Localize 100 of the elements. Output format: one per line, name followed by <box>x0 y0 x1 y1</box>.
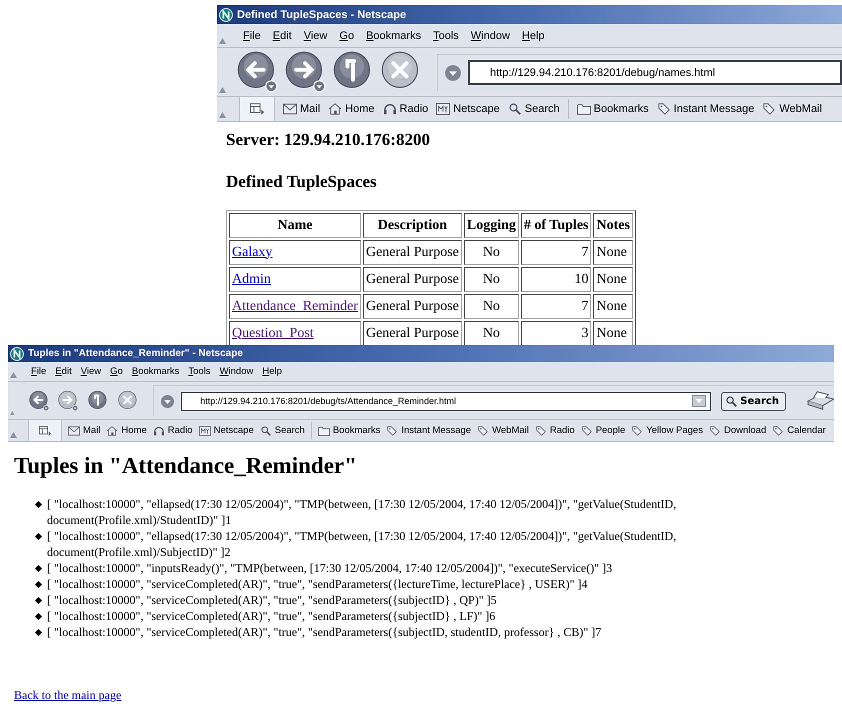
sidebar-icon <box>250 103 264 115</box>
menu-item[interactable]: Go <box>339 30 354 42</box>
menu-item[interactable]: View <box>304 30 328 42</box>
grip-icon[interactable] <box>10 432 17 438</box>
address-field[interactable]: http://129.94.210.176:8201/debug/names.html <box>468 60 842 85</box>
bookmark-tag-icon <box>477 426 490 436</box>
nav-button[interactable] <box>283 50 327 94</box>
column-header: # of Tuples <box>520 213 592 238</box>
tuple-text: [ "localhost:10000", "ellapsed(17:30 12/05/2004)", "TMP(between, [17:30 12/05/2004, 17:40 12/05/2004])", "getValue(StudentID, document(Profile.xml)/SubjectID)" ]2 <box>47 528 678 560</box>
bullet-icon <box>34 612 42 620</box>
toolbar-link[interactable]: WebMail <box>762 103 822 115</box>
menu-item[interactable]: Help <box>522 30 545 42</box>
menu-item[interactable]: Help <box>262 366 282 377</box>
grip-icon[interactable] <box>219 112 226 118</box>
tuplespace-link[interactable]: Question_Post <box>232 326 314 340</box>
column-header: Notes <box>593 213 633 238</box>
forward-arrow-icon <box>283 50 327 94</box>
table-cell: None <box>593 294 633 319</box>
toolbar-link[interactable]: Home <box>328 103 375 115</box>
menu-item[interactable]: Bookmarks <box>366 30 422 42</box>
column-header: Logging <box>464 213 519 238</box>
tuple-text: [ "localhost:10000", "serviceCompleted(AR)", "true", "sendParameters({subjectID} , QP)" ]5 <box>47 592 497 608</box>
menu-item[interactable]: Edit <box>272 30 292 42</box>
search-icon <box>726 396 738 406</box>
square-icon <box>436 103 450 115</box>
toolbar-link[interactable]: Search <box>260 425 305 436</box>
nav-button[interactable] <box>235 50 279 94</box>
toolbar-link[interactable]: WebMail <box>477 425 529 436</box>
window-title: Tuples in "Attendance_Reminder" - Netscape <box>28 348 243 359</box>
toolbar-link[interactable]: Yellow Pages <box>631 425 703 436</box>
table-cell: General Purpose <box>362 294 462 319</box>
table-cell: No <box>464 294 519 319</box>
sidebar-tab[interactable] <box>239 97 275 121</box>
menu-item[interactable]: File <box>243 30 261 42</box>
address-field[interactable]: http://129.94.210.176:8201/debug/ts/Attendance_Reminder.html <box>181 392 712 410</box>
menu-item[interactable]: Window <box>220 366 254 377</box>
bullet-icon <box>34 564 42 572</box>
menu-item[interactable]: Window <box>470 30 510 42</box>
toolbar-link[interactable]: Mail <box>283 103 320 115</box>
toolbar-link[interactable]: Calendar <box>772 425 826 436</box>
menu-item[interactable]: Bookmarks <box>132 366 180 377</box>
menu-item[interactable]: View <box>80 366 102 377</box>
bookmark-tag-icon <box>386 426 398 436</box>
grip-icon[interactable] <box>219 87 226 93</box>
envelope-icon <box>68 426 80 436</box>
toolbar-link[interactable]: Netscape <box>198 425 254 436</box>
house-icon <box>106 426 118 436</box>
folder-icon <box>318 426 330 436</box>
toolbar-link[interactable]: Home <box>106 425 147 436</box>
menu-item[interactable]: Tools <box>188 366 211 377</box>
tuplespace-link[interactable]: Attendance_Reminder <box>232 298 358 314</box>
menu-item[interactable]: Tools <box>433 30 459 42</box>
toolbar-link[interactable]: Radio <box>152 425 193 436</box>
headphones-icon <box>382 103 397 115</box>
tuplespace-link[interactable]: Galaxy <box>232 244 272 260</box>
toolbar-link[interactable]: Bookmarks <box>318 425 380 436</box>
toolbar-link[interactable]: Instant Message <box>386 425 472 436</box>
tuple-text: [ "localhost:10000", "ellapsed(17:30 12/05/2004)", "TMP(between, [17:30 12/05/2004, 17:40 12/05/2004])", "getValue(StudentID, document(Profile.xml)/StudentID)" ]1 <box>47 496 678 528</box>
search-icon <box>508 103 522 115</box>
page-heading: Tuples in "Attendance_Reminder" <box>14 453 358 479</box>
toolbar-link[interactable]: Download <box>708 425 766 436</box>
toolbar-link[interactable]: Instant Message <box>656 103 754 115</box>
section-heading: Defined TupleSpaces <box>226 172 378 192</box>
column-header: Description <box>362 213 462 238</box>
grip-icon[interactable] <box>219 38 226 44</box>
sidebar-tab[interactable] <box>28 420 62 441</box>
menu-item[interactable]: File <box>31 366 46 377</box>
menu-item[interactable]: Edit <box>55 366 72 377</box>
printer-icon[interactable] <box>806 390 834 412</box>
table-cell: General Purpose <box>362 267 462 292</box>
toolbar-link[interactable]: Netscape <box>436 103 500 115</box>
toolbar-link[interactable]: Bookmarks <box>576 103 649 115</box>
toolbar-link[interactable]: Search <box>508 103 560 115</box>
bookmark-tag-icon <box>656 103 671 115</box>
bullet-icon <box>34 628 42 636</box>
grip-icon[interactable] <box>10 372 17 378</box>
server-heading: Server: 129.94.210.176:8200 <box>226 130 431 150</box>
menu-item[interactable]: Go <box>110 366 123 377</box>
table-cell: None <box>593 267 633 292</box>
app-logo-icon <box>10 346 24 360</box>
toolbar-link[interactable]: Radio <box>382 103 428 115</box>
table-cell: None <box>593 240 633 265</box>
table-cell: 10 <box>520 267 592 292</box>
table-cell: No <box>464 240 519 265</box>
window-title: Defined TupleSpaces - Netscape <box>237 8 406 20</box>
table-cell: General Purpose <box>362 240 462 265</box>
bullet-icon <box>34 532 42 540</box>
bullet-icon <box>34 596 42 604</box>
column-header: Name <box>229 213 361 238</box>
headphones-icon <box>152 426 165 436</box>
search-button[interactable]: Search <box>721 392 786 410</box>
toolbar-link[interactable]: People <box>580 425 626 436</box>
bullet-icon <box>34 500 42 508</box>
sidebar-icon <box>39 426 51 436</box>
back-link[interactable]: Back to the main page <box>14 688 122 703</box>
grip-icon[interactable] <box>10 410 15 416</box>
toolbar-link[interactable]: Mail <box>68 425 100 436</box>
bookmark-tag-icon <box>762 103 776 115</box>
toolbar-link[interactable]: Radio <box>534 425 575 436</box>
tuplespace-link[interactable]: Admin <box>232 272 271 286</box>
